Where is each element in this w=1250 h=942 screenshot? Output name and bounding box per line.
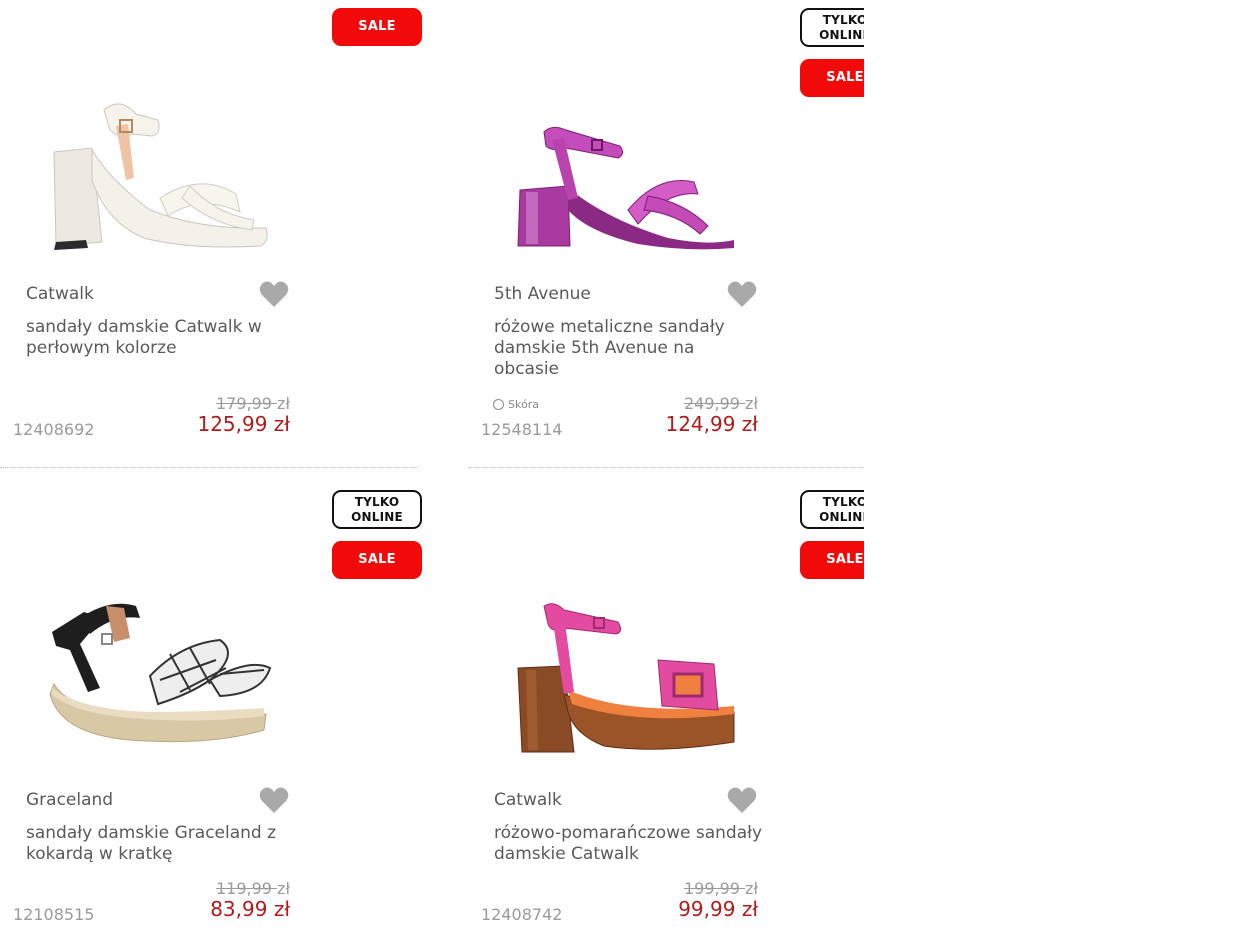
online-only-badge: TYLKO ONLINE — [800, 8, 864, 47]
heart-icon[interactable] — [259, 280, 289, 308]
product-card[interactable]: TYLKO ONLINE SALE Catwalk różowo-pomarań… — [468, 484, 864, 942]
product-name[interactable]: różowo-pomarańczowe sandały damskie Catw… — [494, 823, 764, 865]
product-name[interactable]: sandały damskie Graceland z kokardą w kr… — [26, 823, 296, 865]
pink-sandal-image — [517, 126, 734, 250]
old-price: 249,99 zł — [684, 394, 758, 413]
product-name[interactable]: różowe metaliczne sandały damskie 5th Av… — [494, 317, 764, 380]
product-brand: Catwalk — [26, 284, 94, 304]
product-brand: Catwalk — [494, 790, 562, 810]
sale-price: 83,99 zł — [210, 897, 290, 921]
online-only-badge: TYLKO ONLINE — [332, 490, 422, 529]
old-price-value: 119,99 — [215, 879, 272, 898]
product-image[interactable] — [40, 584, 280, 754]
sale-badge: SALE — [800, 541, 864, 579]
row-divider — [0, 467, 418, 468]
product-image[interactable] — [508, 594, 748, 764]
currency-label: zł — [745, 879, 758, 898]
old-price-value: 179,99 — [215, 394, 272, 413]
currency-label: zł — [277, 394, 290, 413]
material-label: Skóra — [508, 398, 539, 411]
product-brand: Graceland — [26, 790, 114, 810]
online-badge-line1: TYLKO — [822, 495, 864, 509]
online-badge-line2: ONLINE — [819, 510, 864, 524]
online-badge-line1: TYLKO — [822, 13, 864, 27]
heart-icon[interactable] — [727, 786, 757, 814]
product-brand: 5th Avenue — [494, 284, 591, 304]
sale-price: 125,99 zł — [197, 412, 290, 436]
espadrille-sandal-image — [49, 603, 272, 743]
online-badge-line1: TYLKO — [354, 495, 400, 509]
row-divider — [468, 467, 864, 468]
online-only-badge: TYLKO ONLINE — [800, 490, 864, 529]
product-name[interactable]: sandały damskie Catwalk w perłowym kolor… — [26, 317, 296, 359]
product-grid: SALE Catwalk sandały damskie Catwalk w p… — [0, 0, 864, 942]
heart-icon[interactable] — [259, 786, 289, 814]
cream-sandal-image — [53, 103, 268, 250]
sale-badge: SALE — [332, 8, 422, 46]
currency-label: zł — [277, 879, 290, 898]
old-price: 199,99 zł — [684, 879, 758, 898]
product-sku: 12408742 — [481, 905, 563, 924]
sale-price: 99,99 zł — [678, 897, 758, 921]
sale-price: 124,99 zł — [665, 412, 758, 436]
platform-sandal-image — [517, 603, 735, 753]
sale-badge: SALE — [800, 59, 864, 97]
old-price: 179,99 zł — [216, 394, 290, 413]
old-price: 119,99 zł — [216, 879, 290, 898]
product-sku: 12108515 — [13, 905, 95, 924]
product-image[interactable] — [508, 90, 748, 260]
product-card[interactable]: TYLKO ONLINE SALE Graceland sandały dams… — [0, 484, 422, 942]
leather-icon — [493, 399, 504, 410]
sale-badge: SALE — [332, 541, 422, 579]
product-image[interactable] — [40, 90, 280, 260]
online-badge-line2: ONLINE — [819, 28, 864, 42]
product-sku: 12548114 — [481, 420, 563, 439]
material-tag: Skóra — [493, 398, 539, 411]
old-price-value: 249,99 — [683, 394, 740, 413]
currency-label: zł — [745, 394, 758, 413]
online-badge-line2: ONLINE — [351, 510, 403, 524]
product-sku: 12408692 — [13, 420, 95, 439]
product-card[interactable]: SALE Catwalk sandały damskie Catwalk w p… — [0, 0, 422, 470]
heart-icon[interactable] — [727, 280, 757, 308]
product-card[interactable]: TYLKO ONLINE SALE 5th Avenue różowe meta… — [468, 0, 864, 470]
old-price-value: 199,99 — [683, 879, 740, 898]
